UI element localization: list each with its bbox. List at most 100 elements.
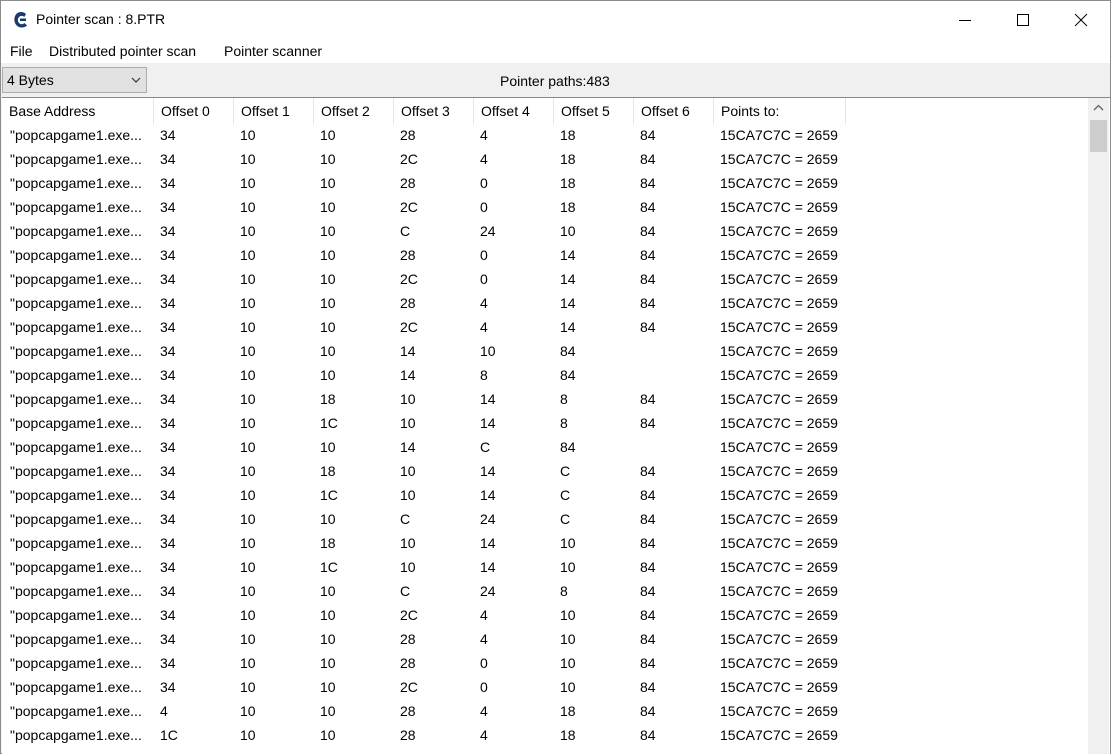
cell-offset-5: 18 [560,703,576,719]
cell-offset-1: 10 [240,535,256,551]
cell-offset-6: 84 [640,127,656,143]
cell-offset-3: 14 [400,367,416,383]
cell-offset-0: 34 [160,151,176,167]
table-row[interactable]: "popcapgame1.exe... 34 10 10 2C 0 10 84 15CA7C7C… [2,676,1088,700]
list-rows: "popcapgame1.exe... 34 10 10 28 4 18 84 15CA7C7C… [2,124,1088,748]
column-header-offset-0[interactable]: Offset 0 [154,98,234,124]
cell-base-address: "popcapgame1.exe... [10,559,142,575]
cell-offset-0: 34 [160,247,176,263]
cell-offset-3: C [400,223,411,239]
cell-offset-1: 10 [240,655,256,671]
table-row[interactable]: "popcapgame1.exe... 34 10 10 28 0 18 84 15CA7C7C… [2,172,1088,196]
table-row[interactable]: "popcapgame1.exe... 34 10 10 28 4 14 84 15CA7C7C… [2,292,1088,316]
cell-offset-4: 4 [480,703,488,719]
table-row[interactable]: "popcapgame1.exe... 34 10 18 10 14 8 84 15CA7C7C… [2,388,1088,412]
cell-offset-1: 10 [240,127,256,143]
table-row[interactable]: "popcapgame1.exe... 34 10 10 2C 4 14 84 15CA7C7C… [2,316,1088,340]
table-row[interactable]: "popcapgame1.exe... 34 10 10 2C 0 14 84 15CA7C7C… [2,268,1088,292]
column-header-offset-1[interactable]: Offset 1 [234,98,314,124]
cell-offset-1: 10 [240,199,256,215]
cell-offset-5: 14 [560,319,576,335]
cell-offset-5: 8 [560,391,568,407]
table-row[interactable]: "popcapgame1.exe... 34 10 10 28 0 10 84 15CA7C7C… [2,652,1088,676]
cell-offset-5: 8 [560,415,568,431]
cell-offset-5: C [560,463,571,479]
cell-offset-3: 28 [400,175,416,191]
maximize-button[interactable] [994,1,1052,39]
column-header-offset-4[interactable]: Offset 4 [474,98,554,124]
scroll-up-button[interactable] [1088,98,1109,118]
table-row[interactable]: "popcapgame1.exe... 34 10 10 14 C 84 15CA7C7C =… [2,436,1088,460]
menu-file[interactable]: File [10,43,33,59]
cell-base-address: "popcapgame1.exe... [10,679,142,695]
cell-offset-3: 10 [400,487,416,503]
cell-offset-2: 10 [320,247,336,263]
cell-offset-1: 10 [240,439,256,455]
table-row[interactable]: "popcapgame1.exe... 4 10 10 28 4 18 84 15CA7C7C … [2,700,1088,724]
cell-offset-3: 10 [400,559,416,575]
maximize-icon [1017,14,1029,26]
close-button[interactable] [1052,1,1110,39]
table-row[interactable]: "popcapgame1.exe... 34 10 10 C 24 C 84 15CA7C7C … [2,508,1088,532]
table-row[interactable]: "popcapgame1.exe... 34 10 10 2C 0 18 84 15CA7C7C… [2,196,1088,220]
cell-offset-6: 84 [640,391,656,407]
column-header-offset-2[interactable]: Offset 2 [314,98,394,124]
cell-base-address: "popcapgame1.exe... [10,583,142,599]
table-row[interactable]: "popcapgame1.exe... 34 10 10 28 4 10 84 15CA7C7C… [2,628,1088,652]
cell-offset-0: 34 [160,607,176,623]
cell-offset-5: 10 [560,655,576,671]
cell-offset-0: 34 [160,583,176,599]
table-row[interactable]: "popcapgame1.exe... 34 10 10 28 4 18 84 15CA7C7C… [2,124,1088,148]
table-row[interactable]: "popcapgame1.exe... 34 10 10 C 24 10 84 15CA7C7C… [2,220,1088,244]
cell-offset-5: 10 [560,679,576,695]
cell-offset-1: 10 [240,223,256,239]
column-header-offset-3[interactable]: Offset 3 [394,98,474,124]
cell-points-to: 15CA7C7C = 2659 [720,271,838,287]
menu-pointer-scanner[interactable]: Pointer scanner [224,43,322,59]
value-type-dropdown[interactable]: 4 Bytes [2,67,147,93]
cell-base-address: "popcapgame1.exe... [10,319,142,335]
table-row[interactable]: "popcapgame1.exe... 34 10 10 C 24 8 84 15CA7C7C … [2,580,1088,604]
cell-offset-1: 10 [240,319,256,335]
cell-offset-5: 10 [560,535,576,551]
column-header-offset-5[interactable]: Offset 5 [554,98,634,124]
cell-offset-1: 10 [240,583,256,599]
column-header-offset-6[interactable]: Offset 6 [634,98,714,124]
cell-points-to: 15CA7C7C = 2659 [720,439,838,455]
scroll-thumb[interactable] [1090,120,1107,152]
cell-offset-1: 10 [240,487,256,503]
menu-distributed-pointer-scan[interactable]: Distributed pointer scan [49,43,196,59]
chevron-down-icon [131,77,141,83]
cell-offset-2: 10 [320,607,336,623]
pointer-results-list[interactable]: Base Address Offset 0 Offset 1 Offset 2 … [2,97,1110,754]
table-row[interactable]: "popcapgame1.exe... 1C 10 10 28 4 18 84 15CA7C7C… [2,724,1088,748]
column-header-points-to[interactable]: Points to: [714,98,846,124]
cell-base-address: "popcapgame1.exe... [10,463,142,479]
vertical-scrollbar[interactable] [1088,98,1109,754]
table-row[interactable]: "popcapgame1.exe... 34 10 10 2C 4 10 84 15CA7C7C… [2,604,1088,628]
column-header-base-address[interactable]: Base Address [2,98,154,124]
cell-offset-6: 84 [640,247,656,263]
cell-offset-1: 10 [240,415,256,431]
table-row[interactable]: "popcapgame1.exe... 34 10 10 14 10 84 15CA7C7C … [2,340,1088,364]
title-bar[interactable]: Pointer scan : 8.PTR [1,1,1110,39]
table-row[interactable]: "popcapgame1.exe... 34 10 10 14 8 84 15CA7C7C =… [2,364,1088,388]
table-row[interactable]: "popcapgame1.exe... 34 10 1C 10 14 10 84 15CA7C7… [2,556,1088,580]
table-row[interactable]: "popcapgame1.exe... 34 10 10 2C 4 18 84 15CA7C7C… [2,148,1088,172]
cell-points-to: 15CA7C7C = 2659 [720,151,838,167]
table-row[interactable]: "popcapgame1.exe... 34 10 18 10 14 C 84 15CA7C7C… [2,460,1088,484]
cell-offset-5: 84 [560,367,576,383]
table-row[interactable]: "popcapgame1.exe... 34 10 1C 10 14 C 84 15CA7C7C… [2,484,1088,508]
cell-offset-3: 28 [400,127,416,143]
cell-offset-2: 10 [320,727,336,743]
cell-offset-5: 14 [560,247,576,263]
cell-offset-5: 14 [560,271,576,287]
table-row[interactable]: "popcapgame1.exe... 34 10 18 10 14 10 84 15CA7C7… [2,532,1088,556]
cell-offset-0: 34 [160,127,176,143]
table-row[interactable]: "popcapgame1.exe... 34 10 10 28 0 14 84 15CA7C7C… [2,244,1088,268]
cell-offset-3: 2C [400,199,418,215]
cell-offset-0: 1C [160,727,178,743]
cell-offset-4: 0 [480,271,488,287]
table-row[interactable]: "popcapgame1.exe... 34 10 1C 10 14 8 84 15CA7C7C… [2,412,1088,436]
minimize-button[interactable] [936,1,994,39]
